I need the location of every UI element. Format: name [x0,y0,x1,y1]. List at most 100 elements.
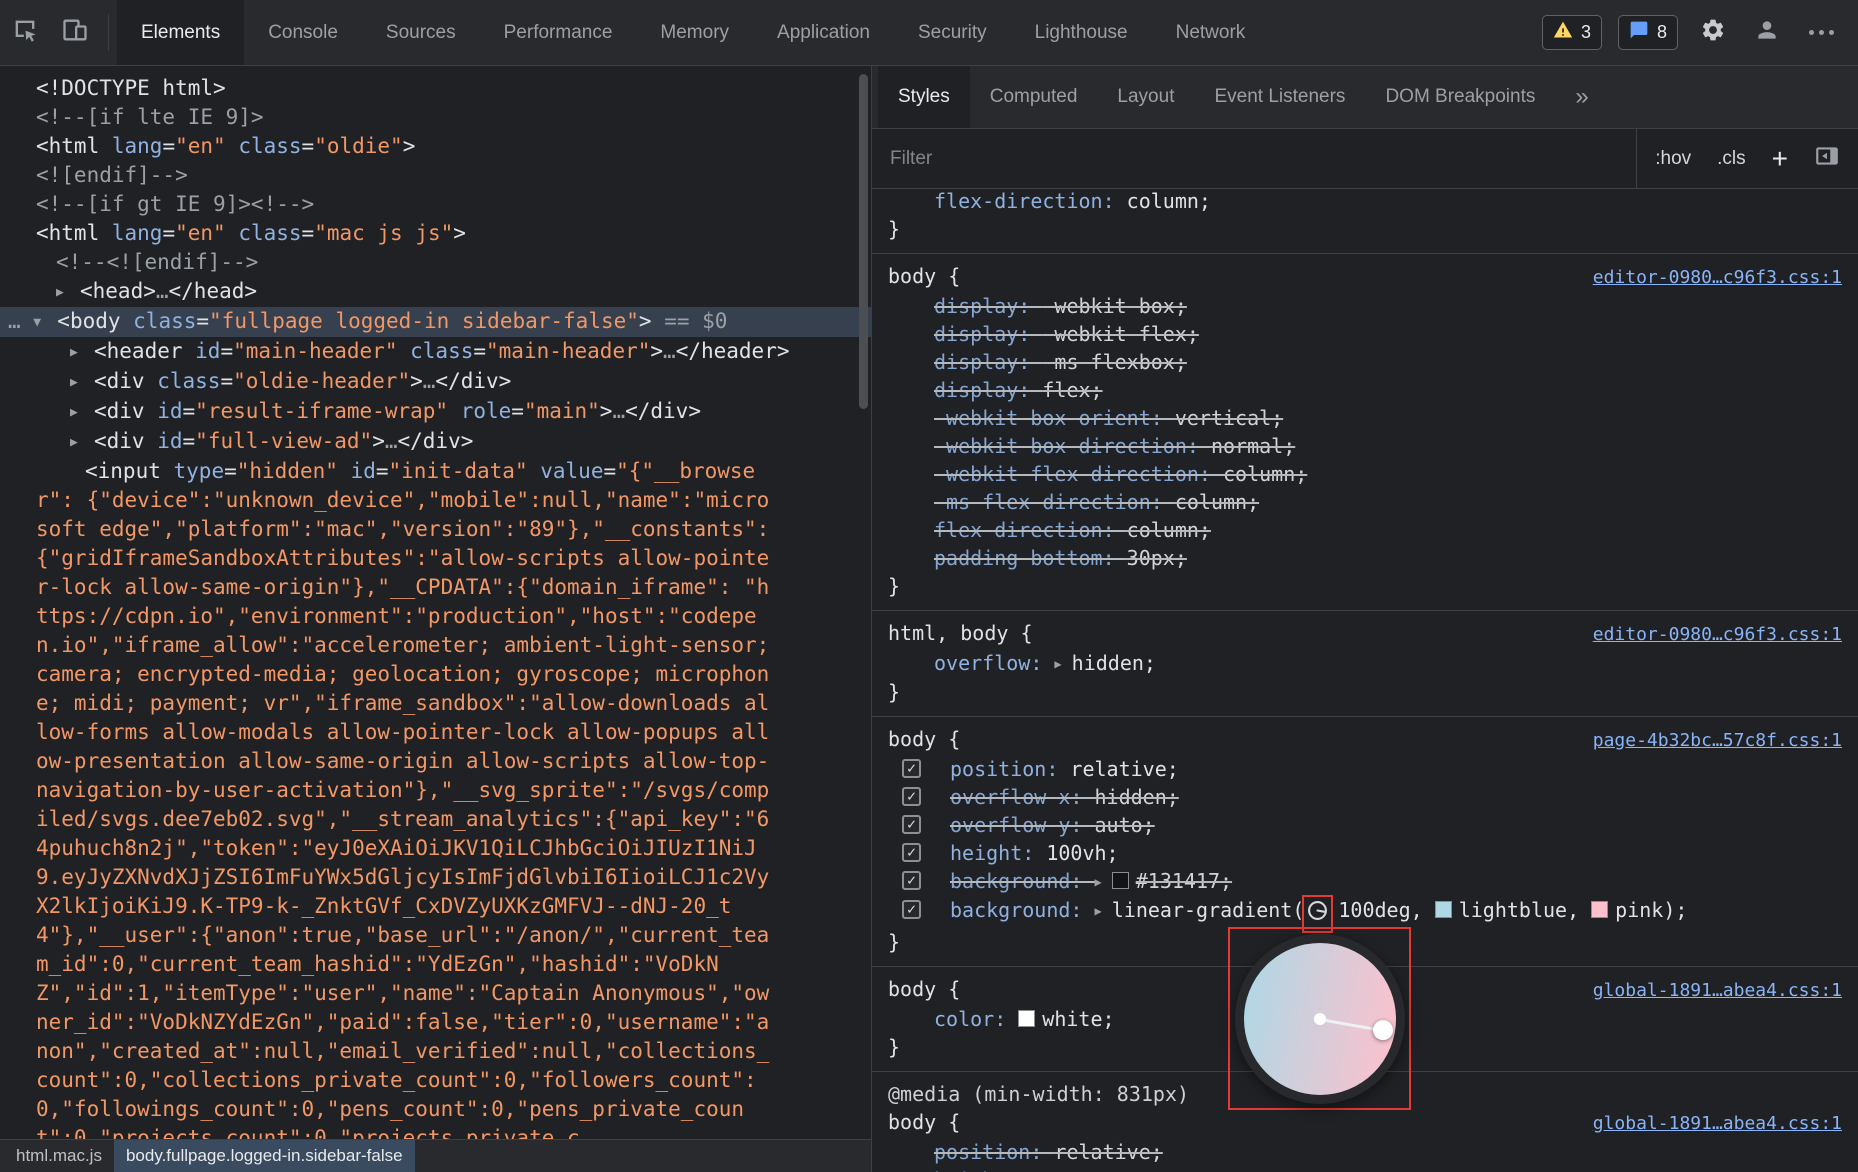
angle-handle[interactable] [1371,1018,1394,1041]
declaration-checkbox[interactable]: ✓ [902,759,921,778]
tab-network[interactable]: Network [1152,0,1270,65]
profile-button[interactable] [1748,17,1786,48]
declaration-checkbox[interactable]: ✓ [902,815,921,834]
expand-arrow-icon[interactable]: ▶ [70,398,94,427]
toggle-pseudo-state-button[interactable]: :hov [1655,148,1691,170]
color-swatch[interactable] [1591,901,1608,918]
console-messages-badge[interactable]: 8 [1618,15,1678,50]
css-declaration[interactable]: ✓background: ▶linear-gradient(100deg, li… [888,896,1842,928]
css-declaration[interactable]: ✓background: ▶#131417; [888,867,1842,896]
device-toolbar-button[interactable] [50,0,100,65]
dom-tree-node[interactable]: <!--[if lte IE 9]> [0,103,871,132]
angle-icon[interactable] [1307,900,1328,928]
dom-tree-node[interactable]: <!--<![endif]--> [0,248,871,277]
toggle-computed-sidebar-button[interactable] [1814,143,1840,175]
css-rules-list: flex-direction: column;}body {editor-098… [872,179,1858,1172]
dom-tree-node-input[interactable]: <input type="hidden" id="init-data" valu… [0,457,782,1139]
dom-tree-node[interactable]: <!--[if gt IE 9]><!--> [0,190,871,219]
css-declaration[interactable]: display: flex; [888,376,1842,404]
color-swatch[interactable] [1112,872,1129,889]
tab-layout[interactable]: Layout [1097,66,1194,128]
tab-console[interactable]: Console [244,0,362,65]
tab-sources[interactable]: Sources [362,0,480,65]
css-declaration[interactable]: ✓position: relative; [888,755,1842,783]
dom-tree-node[interactable]: <html lang="en" class="oldie"> [0,132,871,161]
css-declaration[interactable]: flex-direction: column; [888,516,1842,544]
declaration-checkbox[interactable]: ✓ [902,843,921,862]
tab-elements[interactable]: Elements [117,0,244,65]
css-declaration[interactable]: display: -webkit-box; [888,292,1842,320]
dom-tree-node[interactable]: ▶<div id="full-view-ad">…</div> [0,427,871,457]
dom-tree-node[interactable]: ▶<header id="main-header" class="main-he… [0,337,871,367]
dom-tree-node[interactable]: … ▼<body class="fullpage logged-in sideb… [0,307,871,337]
dom-tree-node[interactable]: ▶<head>…</head> [0,277,871,307]
expand-value-icon[interactable]: ▶ [1095,897,1102,925]
stylesheet-link[interactable]: editor-0980…c96f3.css:1 [1593,264,1842,292]
stylesheet-link[interactable]: global-1891…abea4.css:1 [1593,1110,1842,1138]
css-declaration[interactable]: ✓overflow-x: hidden; [888,783,1842,811]
expand-arrow-icon[interactable]: ▶ [56,278,80,307]
new-style-rule-button[interactable]: + [1772,145,1788,173]
issues-badge[interactable]: 3 [1542,15,1602,50]
inspect-element-button[interactable] [0,0,50,65]
css-declaration[interactable]: ✓overflow-y: auto; [888,811,1842,839]
dom-tree-node[interactable]: <!DOCTYPE html> [0,74,871,103]
color-swatch[interactable] [1018,1010,1035,1027]
overflow-menu-icon [1809,30,1834,35]
css-declaration[interactable]: flex-direction: column; [888,187,1842,215]
expand-arrow-icon[interactable]: ▶ [70,338,94,367]
angle-picker-popup[interactable] [1228,927,1411,1110]
dom-tree-node[interactable]: <html lang="en" class="mac js js"> [0,219,871,248]
rule-header: body {page-4b32bc…57c8f.css:1 [888,725,1842,755]
expand-arrow-icon[interactable]: ▶ [70,368,94,397]
css-declaration[interactable]: padding-bottom: 30px; [888,544,1842,572]
breadcrumb-item[interactable]: body.fullpage.logged-in.sidebar-false [114,1140,415,1172]
dom-tree-node[interactable]: ▶<div class="oldie-header">…</div> [0,367,871,397]
toggle-class-button[interactable]: .cls [1717,148,1746,170]
settings-button[interactable] [1694,17,1732,48]
breadcrumb-item[interactable]: html.mac.js [4,1140,114,1172]
declaration-checkbox[interactable]: ✓ [902,871,921,890]
stylesheet-link[interactable]: global-1891…abea4.css:1 [1593,977,1842,1005]
sidebar-tabs: StylesComputedLayoutEvent ListenersDOM B… [872,66,1858,129]
dom-tree: <!DOCTYPE html><!--[if lte IE 9]><html l… [0,66,871,1139]
color-swatch[interactable] [1435,901,1452,918]
css-declaration[interactable]: ✓height: 100vh; [888,839,1842,867]
css-declaration[interactable]: position: relative; [888,1138,1842,1166]
declaration-checkbox[interactable]: ✓ [902,900,921,919]
css-declaration[interactable]: height: auto; [888,1166,1842,1172]
stylesheet-link[interactable]: page-4b32bc…57c8f.css:1 [1593,727,1842,755]
dom-tree-node[interactable]: <![endif]--> [0,161,871,190]
declaration-checkbox[interactable]: ✓ [902,787,921,806]
sidebar-toggle-icon [1814,143,1840,175]
more-options-button[interactable] [1802,30,1840,35]
tab-security[interactable]: Security [894,0,1011,65]
angle-dial[interactable] [1235,934,1405,1104]
tab-application[interactable]: Application [753,0,894,65]
expand-arrow-icon[interactable]: ▶ [70,428,94,457]
gear-icon [1700,17,1726,48]
more-tabs-button[interactable]: » [1559,66,1604,128]
tab-event-listeners[interactable]: Event Listeners [1194,66,1365,128]
tab-memory[interactable]: Memory [636,0,753,65]
css-declaration[interactable]: display: -ms-flexbox; [888,348,1842,376]
rule-close-brace: } [888,678,1842,706]
scrollbar-thumb[interactable] [859,74,868,409]
css-declaration[interactable]: -ms-flex-direction: column; [888,488,1842,516]
expand-value-icon[interactable]: ▶ [1095,868,1102,896]
css-declaration[interactable]: -webkit-flex-direction: column; [888,460,1842,488]
tab-lighthouse[interactable]: Lighthouse [1011,0,1152,65]
collapse-arrow-icon[interactable]: ▼ [33,308,57,337]
tab-styles[interactable]: Styles [878,66,970,128]
expand-value-icon[interactable]: ▶ [1054,650,1061,678]
tab-dom-breakpoints[interactable]: DOM Breakpoints [1365,66,1555,128]
tab-computed[interactable]: Computed [970,66,1098,128]
css-declaration[interactable]: -webkit-box-orient: vertical; [888,404,1842,432]
dom-tree-node[interactable]: ▶<div id="result-iframe-wrap" role="main… [0,397,871,427]
toolbar-divider [108,14,109,51]
css-declaration[interactable]: display: -webkit-flex; [888,320,1842,348]
css-declaration[interactable]: overflow: ▶hidden; [888,649,1842,678]
stylesheet-link[interactable]: editor-0980…c96f3.css:1 [1593,621,1842,649]
tab-performance[interactable]: Performance [480,0,637,65]
css-declaration[interactable]: -webkit-box-direction: normal; [888,432,1842,460]
